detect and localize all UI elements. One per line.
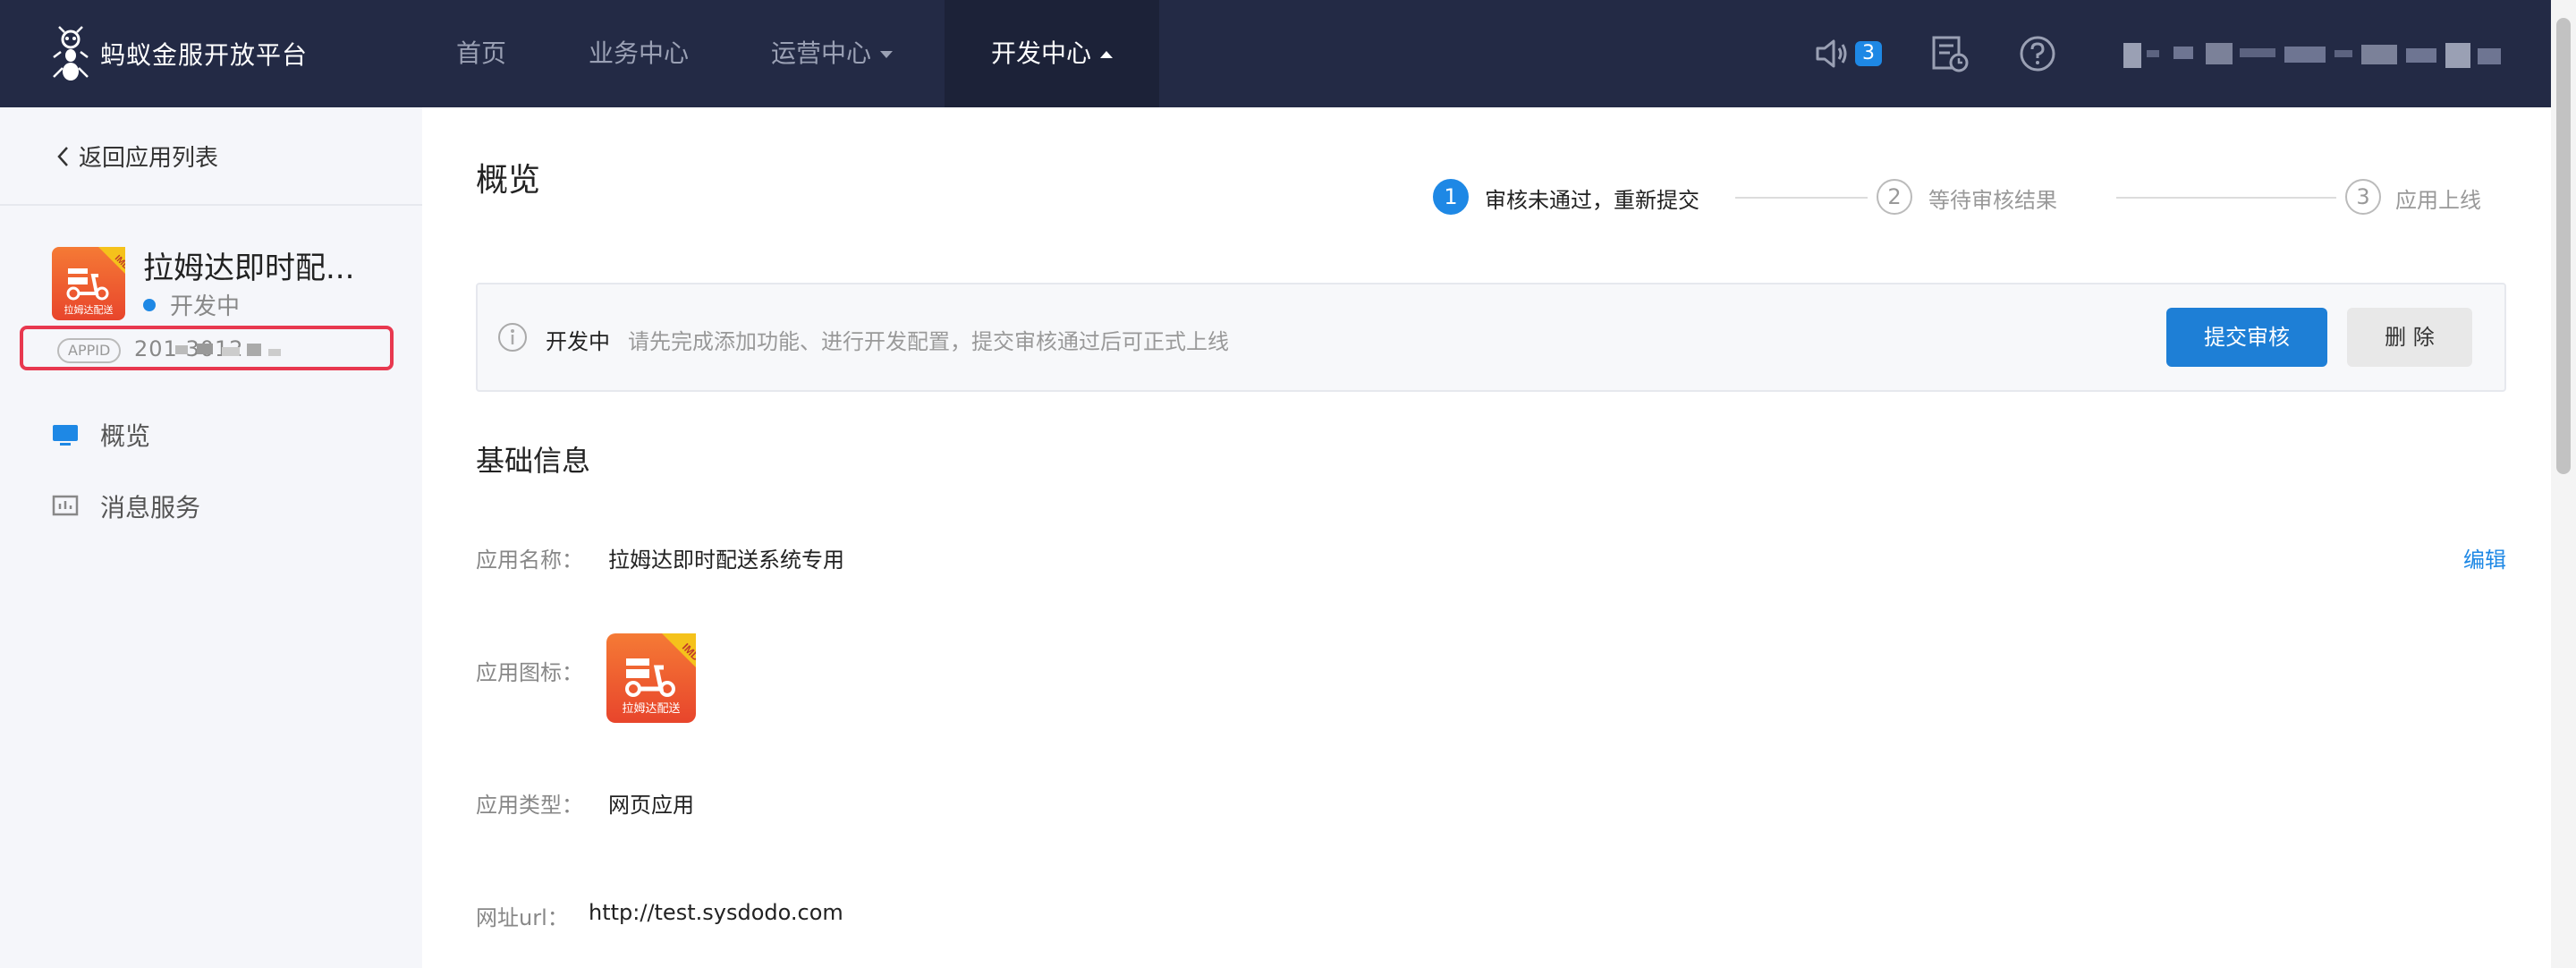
help-icon[interactable] (2018, 34, 2057, 73)
field-label-app-name: 应用名称： (476, 548, 583, 573)
field-value-url: http://test.sysdodo.com (589, 900, 843, 925)
monitor-icon (53, 425, 78, 446)
main-content: 概览 1 审核未通过，重新提交 2 等待审核结果 3 应用上线 开发中 请先完成… (422, 107, 2551, 968)
brand-name: 蚂蚁金服开放平台 (100, 40, 309, 70)
notice-text: 请先完成添加功能、进行开发配置，提交审核通过后可正式上线 (628, 329, 1229, 354)
info-icon (498, 323, 527, 352)
section-title-basic-info: 基础信息 (476, 444, 591, 478)
step-2-label: 等待审核结果 (1928, 188, 2057, 213)
field-label-app-icon: 应用图标： (476, 660, 583, 685)
divider (0, 204, 422, 206)
app-status: 开发中 (143, 288, 240, 321)
chart-icon (52, 495, 79, 516)
field-label-app-type: 应用类型： (476, 793, 583, 818)
nav-business-center[interactable]: 业务中心 (589, 0, 689, 107)
nav-dev-center[interactable]: 开发中心 (945, 0, 1159, 107)
step-1-label: 审核未通过，重新提交 (1485, 188, 1699, 213)
sidebar-item-overview[interactable]: 概览 (52, 417, 150, 453)
notice-status: 开发中 (546, 329, 610, 354)
status-notice: 开发中 请先完成添加功能、进行开发配置，提交审核通过后可正式上线 提交审核 删 … (476, 283, 2506, 392)
edit-link[interactable]: 编辑 (2463, 542, 2506, 573)
caret-up-icon (1100, 51, 1113, 58)
document-clock-icon[interactable] (1930, 34, 1970, 73)
sidebar-item-message-service-label: 消息服务 (100, 493, 201, 522)
app-icon-image: IMD 拉姆达配送 (606, 633, 696, 723)
field-value-app-name: 拉姆达即时配送系统专用 (608, 548, 844, 573)
top-navigation-bar: 蚂蚁金服开放平台 首页 业务中心 运营中心 开发中心 3 (0, 0, 2551, 107)
app-name: 拉姆达即时配... (143, 250, 355, 286)
app-logo-caption: 拉姆达配送 (64, 303, 114, 316)
field-value-app-type: 网页应用 (608, 793, 694, 818)
ant-logo-icon (53, 26, 89, 81)
app-logo-icon: IMD 拉姆达配送 (52, 247, 125, 320)
sidebar: 返回应用列表 IMD 拉姆达配送 拉姆达即时配... 开发中 APPID 201… (0, 107, 422, 968)
back-to-app-list-link[interactable]: 返回应用列表 (55, 140, 218, 173)
step-connector (2116, 197, 2336, 199)
delete-button[interactable]: 删 除 (2347, 308, 2472, 367)
field-label-url: 网址url： (476, 905, 569, 930)
step-connector (1735, 197, 1868, 199)
notification-badge: 3 (1855, 41, 1882, 66)
status-dot (143, 298, 156, 311)
appid-highlight-box: APPID 201 3012 (20, 326, 394, 370)
page-title: 概览 (476, 162, 541, 199)
nav-operations-center-label: 运营中心 (771, 38, 872, 68)
sidebar-item-overview-label: 概览 (100, 421, 151, 451)
scrollbar-thumb[interactable] (2556, 18, 2571, 474)
step-3-number: 3 (2345, 179, 2381, 215)
speaker-icon[interactable] (1812, 34, 1852, 73)
appid-redaction (175, 344, 281, 356)
step-3-label: 应用上线 (2395, 188, 2481, 213)
page-scrollbar[interactable] (2551, 0, 2576, 968)
nav-home-label: 首页 (456, 38, 507, 68)
nav-home[interactable]: 首页 (456, 0, 506, 107)
nav-business-center-label: 业务中心 (589, 38, 690, 68)
app-icon-caption: 拉姆达配送 (622, 702, 680, 716)
appid-tag: APPID (57, 338, 122, 363)
submit-review-button[interactable]: 提交审核 (2166, 308, 2327, 367)
nav-operations-center[interactable]: 运营中心 (771, 0, 894, 107)
progress-steps: 1 审核未通过，重新提交 2 等待审核结果 3 应用上线 (1433, 177, 2542, 217)
back-link-label: 返回应用列表 (79, 145, 219, 172)
user-account-menu[interactable] (2123, 38, 2504, 70)
step-1-number: 1 (1433, 179, 1469, 215)
caret-down-icon (880, 51, 894, 58)
app-status-label: 开发中 (170, 293, 241, 320)
sidebar-item-message-service[interactable]: 消息服务 (52, 488, 200, 524)
step-2-number: 2 (1877, 179, 1912, 215)
chevron-left-icon (57, 146, 68, 166)
brand[interactable]: 蚂蚁金服开放平台 (50, 25, 308, 82)
nav-dev-center-label: 开发中心 (990, 38, 1091, 68)
